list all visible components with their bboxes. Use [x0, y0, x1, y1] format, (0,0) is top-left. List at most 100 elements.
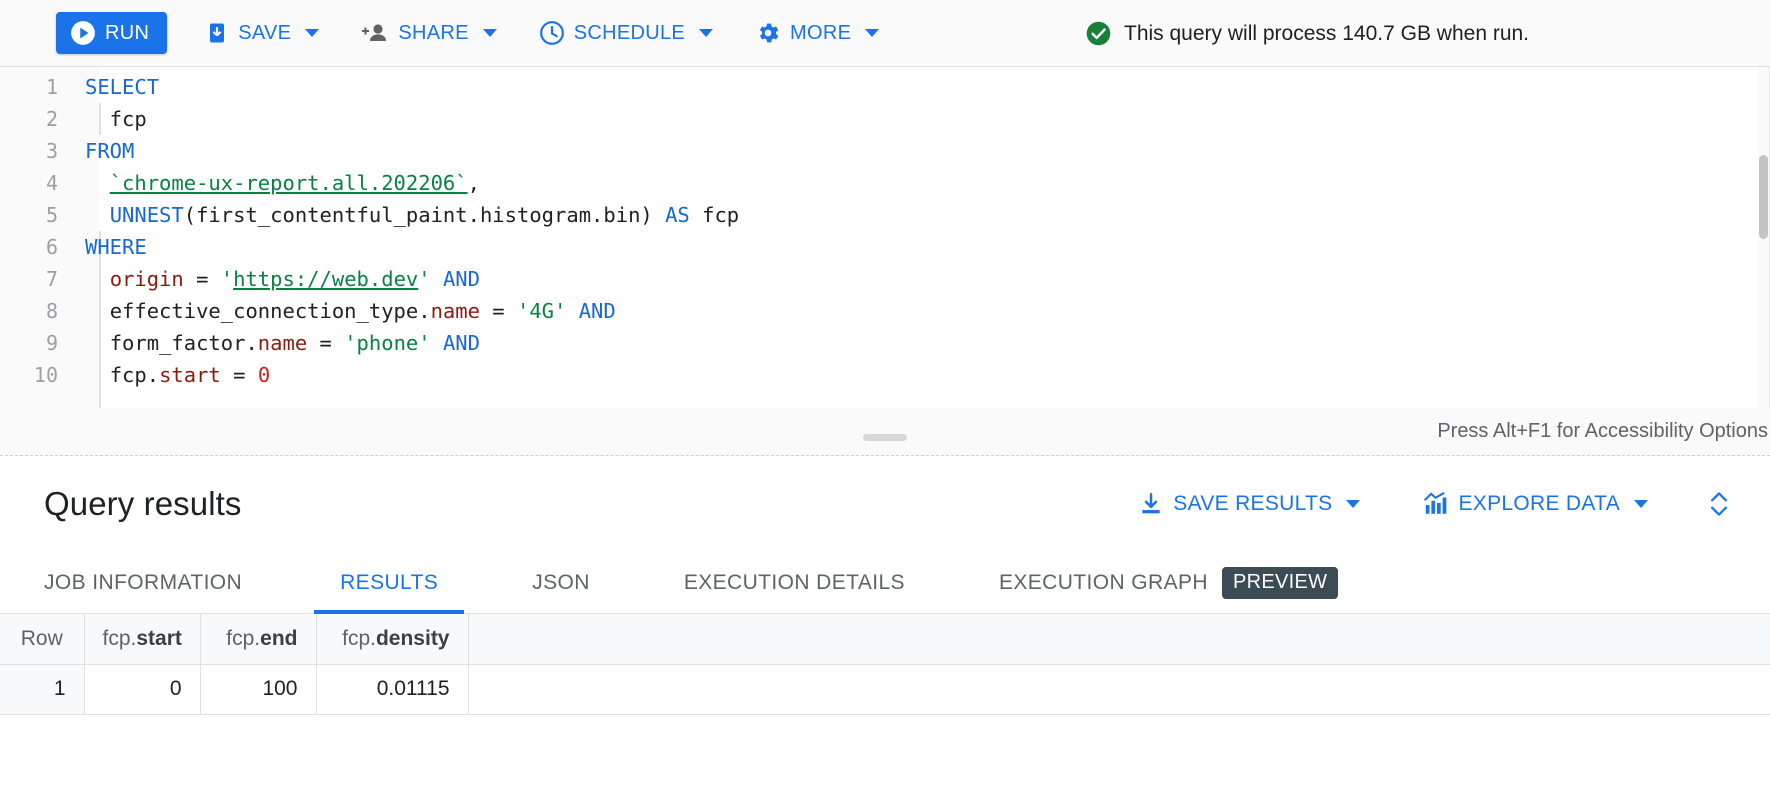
column-header-fcp-end[interactable]: fcp.end — [200, 614, 316, 664]
code-line[interactable]: 7 origin = 'https://web.dev' AND — [0, 263, 1758, 295]
explore-data-button[interactable]: EXPLORE DATA — [1422, 491, 1648, 517]
sql-keyword: AND — [431, 267, 480, 291]
clock-icon — [539, 20, 565, 46]
code-line[interactable]: 3 FROM — [0, 135, 1758, 167]
more-menu-label: MORE — [790, 22, 851, 45]
sql-quote: ' — [221, 267, 233, 291]
code-line[interactable]: 4 `chrome-ux-report.all.202206`, — [0, 167, 1758, 199]
code-line[interactable]: 8 effective_connection_type.name = '4G' … — [0, 295, 1758, 327]
sql-punctuation: , — [468, 171, 480, 195]
save-menu-button[interactable]: SAVE — [201, 12, 323, 54]
cell-fcp-density: 0.01115 — [316, 664, 468, 714]
sql-number-literal: 0 — [258, 363, 270, 387]
sql-identifier: fcp. — [110, 363, 159, 387]
results-title: Query results — [44, 485, 242, 523]
editor-footer: Press Alt+F1 for Accessibility Options — [0, 408, 1770, 455]
sql-field: origin — [110, 267, 184, 291]
line-number: 6 — [0, 235, 74, 259]
code-line[interactable]: 9 form_factor.name = 'phone' AND — [0, 327, 1758, 359]
validator-text: This query will process 140.7 GB when ru… — [1124, 22, 1529, 46]
column-prefix: fcp. — [226, 627, 260, 650]
download-icon — [1138, 491, 1164, 517]
line-number: 9 — [0, 331, 74, 355]
sql-operator: = — [307, 331, 344, 355]
sql-keyword: AND — [566, 299, 615, 323]
column-prefix: fcp. — [103, 627, 137, 650]
sql-identifier: fcp — [690, 203, 739, 227]
editor-vertical-scrollbar[interactable] — [1759, 155, 1768, 239]
code-line[interactable]: 10 fcp.start = 0 — [0, 359, 1758, 391]
chart-bars-icon — [1422, 491, 1449, 517]
chevron-down-icon — [865, 29, 879, 37]
column-name: start — [136, 627, 182, 650]
sql-operator: = — [221, 363, 258, 387]
column-header-row[interactable]: Row — [0, 614, 84, 664]
sql-args: (first_contentful_paint.histogram.bin) — [184, 203, 665, 227]
save-menu-label: SAVE — [238, 22, 291, 45]
cell-row-number: 1 — [0, 664, 84, 714]
line-number: 3 — [0, 139, 74, 163]
sql-string-literal: '4G' — [517, 299, 566, 323]
sql-field: start — [159, 363, 221, 387]
sql-url-literal[interactable]: https://web.dev — [233, 267, 418, 291]
sql-keyword: AS — [665, 203, 690, 227]
editor-resize-handle[interactable] — [863, 434, 907, 441]
person-add-icon — [361, 21, 389, 45]
line-number: 1 — [0, 75, 74, 99]
results-actions: SAVE RESULTS EXPLORE DATA — [1076, 486, 1732, 522]
more-menu-button[interactable]: MORE — [751, 12, 883, 54]
explore-data-label: EXPLORE DATA — [1458, 492, 1620, 516]
code-line[interactable]: 5 UNNEST(first_contentful_paint.histogra… — [0, 199, 1758, 231]
expand-collapse-button[interactable] — [1706, 486, 1732, 522]
tab-json[interactable]: JSON — [506, 552, 616, 613]
cell-fcp-start: 0 — [84, 664, 200, 714]
sql-keyword: SELECT — [85, 75, 159, 99]
chevron-down-icon — [699, 29, 713, 37]
cell-fcp-end: 100 — [200, 664, 316, 714]
tab-execution-graph[interactable]: EXECUTION GRAPH PREVIEW — [973, 552, 1364, 613]
sql-editor[interactable]: 1 SELECT 2 fcp 3 FROM 4 `chrome-ux-repor… — [0, 67, 1770, 456]
line-number: 4 — [0, 171, 74, 195]
sql-string-literal: 'phone' — [344, 331, 430, 355]
accessibility-hint: Press Alt+F1 for Accessibility Options — [1437, 420, 1768, 443]
sql-field: name — [258, 331, 307, 355]
check-circle-icon — [1085, 20, 1112, 47]
tab-label: RESULTS — [340, 571, 438, 595]
sql-keyword: WHERE — [85, 235, 147, 259]
tab-execution-details[interactable]: EXECUTION DETAILS — [658, 552, 931, 613]
code-area[interactable]: 1 SELECT 2 fcp 3 FROM 4 `chrome-ux-repor… — [0, 67, 1758, 408]
sql-keyword: FROM — [85, 139, 134, 163]
tab-job-information[interactable]: JOB INFORMATION — [44, 552, 268, 613]
line-number: 7 — [0, 267, 74, 291]
chevron-down-icon — [1634, 500, 1648, 508]
tab-results[interactable]: RESULTS — [314, 552, 464, 613]
column-header-fcp-density[interactable]: fcp.density — [316, 614, 468, 664]
save-download-icon — [205, 21, 229, 45]
column-header-label: Row — [21, 627, 63, 650]
sql-identifier: fcp — [85, 107, 147, 131]
column-header-fcp-start[interactable]: fcp.start — [84, 614, 200, 664]
share-menu-button[interactable]: SHARE — [357, 12, 500, 54]
tab-label: JSON — [532, 571, 590, 595]
table-row[interactable]: 1 0 100 0.01115 — [0, 664, 1770, 714]
save-results-button[interactable]: SAVE RESULTS — [1138, 491, 1360, 517]
sql-operator: = — [480, 299, 517, 323]
cell-empty — [468, 664, 1770, 714]
code-line[interactable]: 2 fcp — [0, 103, 1758, 135]
gear-icon — [755, 20, 781, 46]
sql-identifier: form_factor. — [110, 331, 258, 355]
code-line[interactable]: 1 SELECT — [0, 71, 1758, 103]
chevron-down-icon — [1346, 500, 1360, 508]
sql-table-reference[interactable]: `chrome-ux-report.all.202206` — [110, 171, 468, 195]
results-table-body: 1 0 100 0.01115 — [0, 664, 1770, 714]
results-table-head: Row fcp.start fcp.end fcp.density — [0, 614, 1770, 664]
query-toolbar: RUN SAVE SHARE SCHEDULE MORE This query — [0, 0, 1770, 67]
schedule-menu-button[interactable]: SCHEDULE — [535, 12, 717, 54]
results-header: Query results SAVE RESULTS EXPLORE DATA — [0, 456, 1770, 552]
share-menu-label: SHARE — [398, 22, 468, 45]
code-line[interactable]: 6 WHERE — [0, 231, 1758, 263]
schedule-menu-label: SCHEDULE — [574, 22, 685, 45]
column-name: density — [376, 627, 450, 650]
play-circle-icon — [70, 20, 96, 46]
run-button[interactable]: RUN — [56, 12, 167, 54]
